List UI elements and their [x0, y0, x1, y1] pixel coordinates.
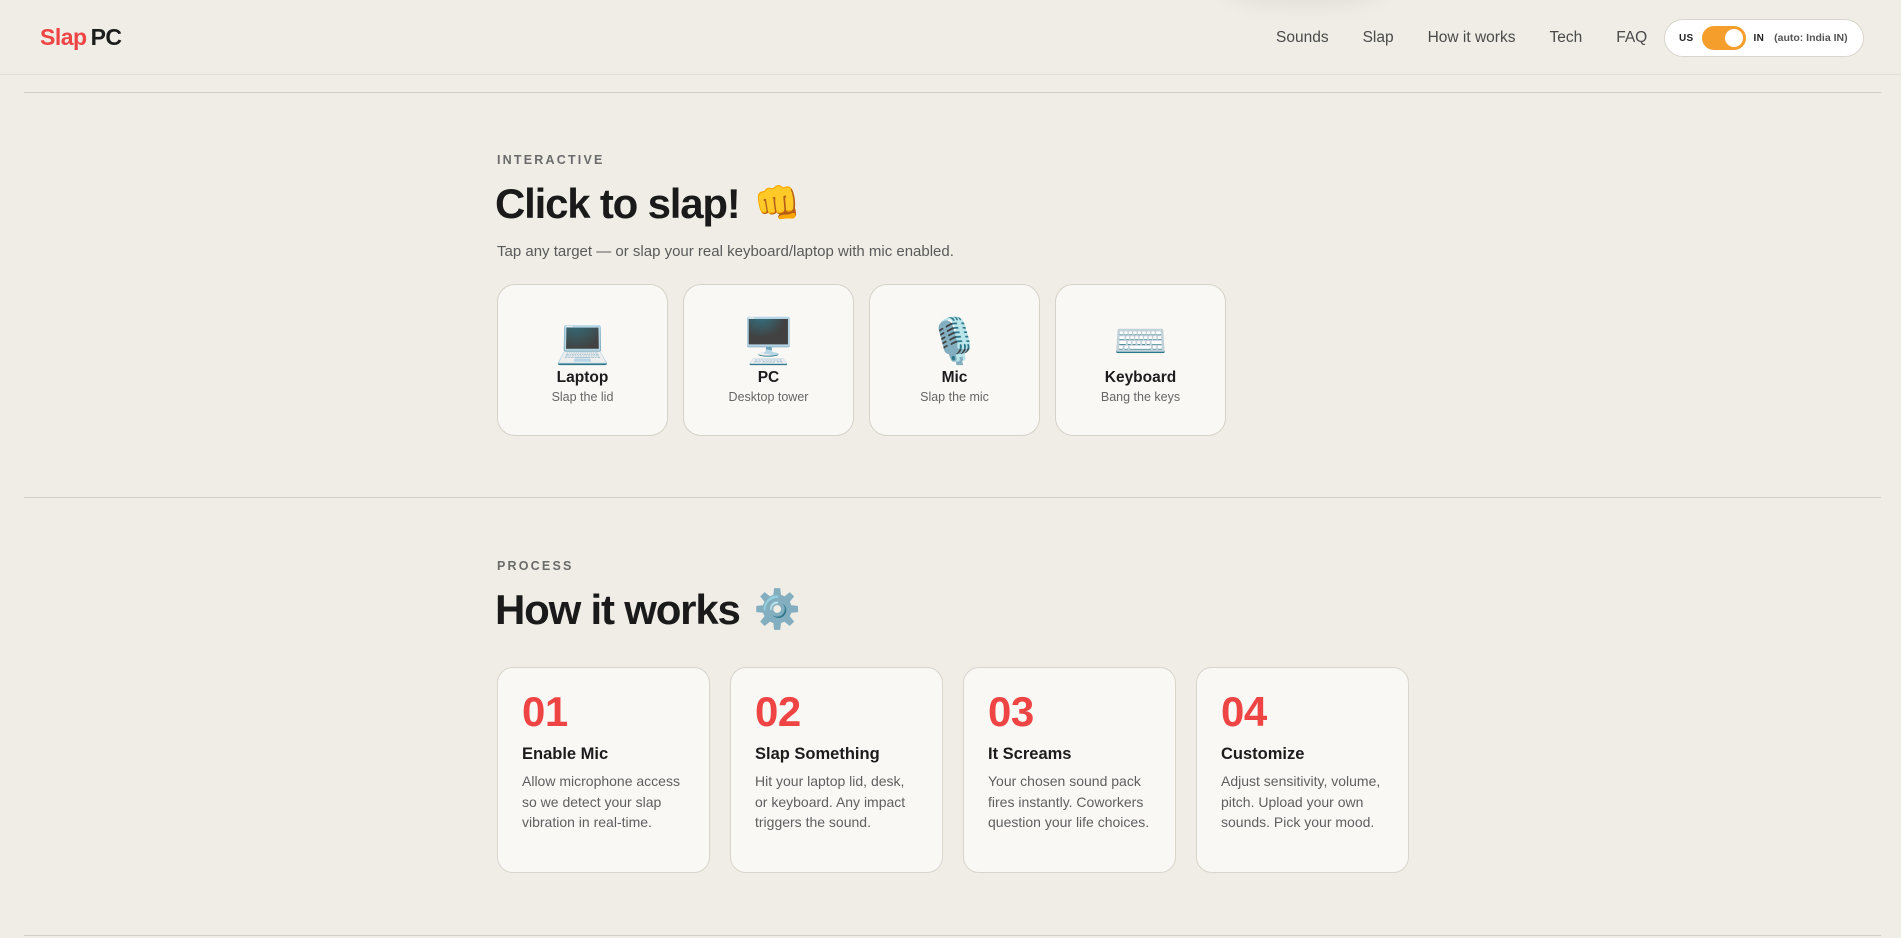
step-number: 01 [522, 688, 568, 735]
step-card: 01 Enable Mic Allow microphone access so… [497, 667, 710, 873]
process-steps: 01 Enable Mic Allow microphone access so… [497, 667, 1409, 873]
step-card: 02 Slap Something Hit your laptop lid, d… [730, 667, 943, 873]
step-title: Slap Something [755, 745, 880, 763]
step-number: 04 [1221, 688, 1267, 735]
slap-targets: 💻 Laptop Slap the lid 🖥️ PC Desktop towe… [497, 284, 1226, 436]
desktop-icon: 🖥️ [741, 317, 796, 366]
target-name: PC [757, 369, 780, 386]
interactive-title-text: Click to slap! [495, 180, 741, 227]
target-name: Keyboard [1104, 369, 1177, 386]
target-sub: Desktop tower [728, 390, 809, 404]
nav-link-slap[interactable]: Slap [1363, 28, 1394, 48]
nav-link-how-it-works[interactable]: How it works [1428, 28, 1516, 48]
keyboard-icon: ⌨️ [1113, 317, 1168, 366]
region-toggle[interactable]: US IN (auto: India IN) [1664, 19, 1864, 57]
target-sub: Slap the mic [920, 390, 989, 404]
nav-link-tech[interactable]: Tech [1549, 28, 1582, 48]
header-glow [1225, 0, 1385, 6]
step-title: Enable Mic [522, 745, 609, 763]
process-title: How it works ⚙️ [495, 586, 801, 634]
site-header: Slap PC Sounds Slap How it works Tech FAQ… [0, 0, 1901, 75]
target-laptop[interactable]: 💻 Laptop Slap the lid [497, 284, 668, 436]
process-title-text: How it works [495, 586, 741, 633]
target-keyboard[interactable]: ⌨️ Keyboard Bang the keys [1055, 284, 1226, 436]
process-eyebrow: PROCESS [497, 559, 574, 573]
laptop-icon: 💻 [555, 317, 610, 366]
divider-bottom [24, 935, 1881, 936]
target-sub: Slap the lid [551, 390, 614, 404]
target-name: Mic [941, 369, 968, 386]
switch-knob [1724, 29, 1743, 47]
step-description: Your chosen sound pack fires instantly. … [988, 773, 1150, 830]
target-name: Laptop [556, 369, 609, 386]
region-switch[interactable] [1701, 26, 1746, 50]
step-number: 03 [988, 688, 1034, 735]
interactive-eyebrow: INTERACTIVE [497, 153, 605, 167]
step-card: 03 It Screams Your chosen sound pack fir… [963, 667, 1176, 873]
logo-part-pc: PC [90, 24, 122, 50]
region-code-in: IN [1753, 32, 1765, 44]
logo[interactable]: Slap PC [40, 24, 122, 51]
region-auto-label: (auto: India IN) [1774, 32, 1848, 44]
target-mic[interactable]: 🎙️ Mic Slap the mic [869, 284, 1040, 436]
interactive-title: Click to slap! 👊 [495, 180, 801, 228]
logo-part-slap: Slap [40, 24, 87, 50]
step-title: It Screams [988, 745, 1072, 763]
main-nav: Sounds Slap How it works Tech FAQ [1276, 28, 1681, 48]
fist-icon: 👊 [753, 183, 801, 225]
interactive-subtitle: Tap any target — or slap your real keybo… [497, 243, 954, 260]
step-description: Allow microphone access so we detect you… [522, 773, 680, 830]
step-title: Customize [1221, 745, 1305, 763]
step-card: 04 Customize Adjust sensitivity, volume,… [1196, 667, 1409, 873]
step-number: 02 [755, 688, 801, 735]
nav-link-faq[interactable]: FAQ [1616, 28, 1647, 48]
divider-middle [24, 497, 1881, 498]
gear-icon: ⚙️ [753, 589, 801, 631]
microphone-icon: 🎙️ [927, 317, 982, 366]
divider-top [24, 92, 1881, 93]
step-description: Hit your laptop lid, desk, or keyboard. … [755, 773, 906, 830]
region-code-us: US [1679, 32, 1694, 44]
nav-link-sounds[interactable]: Sounds [1276, 28, 1329, 48]
target-sub: Bang the keys [1100, 390, 1181, 404]
target-pc[interactable]: 🖥️ PC Desktop tower [683, 284, 854, 436]
step-description: Adjust sensitivity, volume, pitch. Uploa… [1221, 773, 1381, 830]
